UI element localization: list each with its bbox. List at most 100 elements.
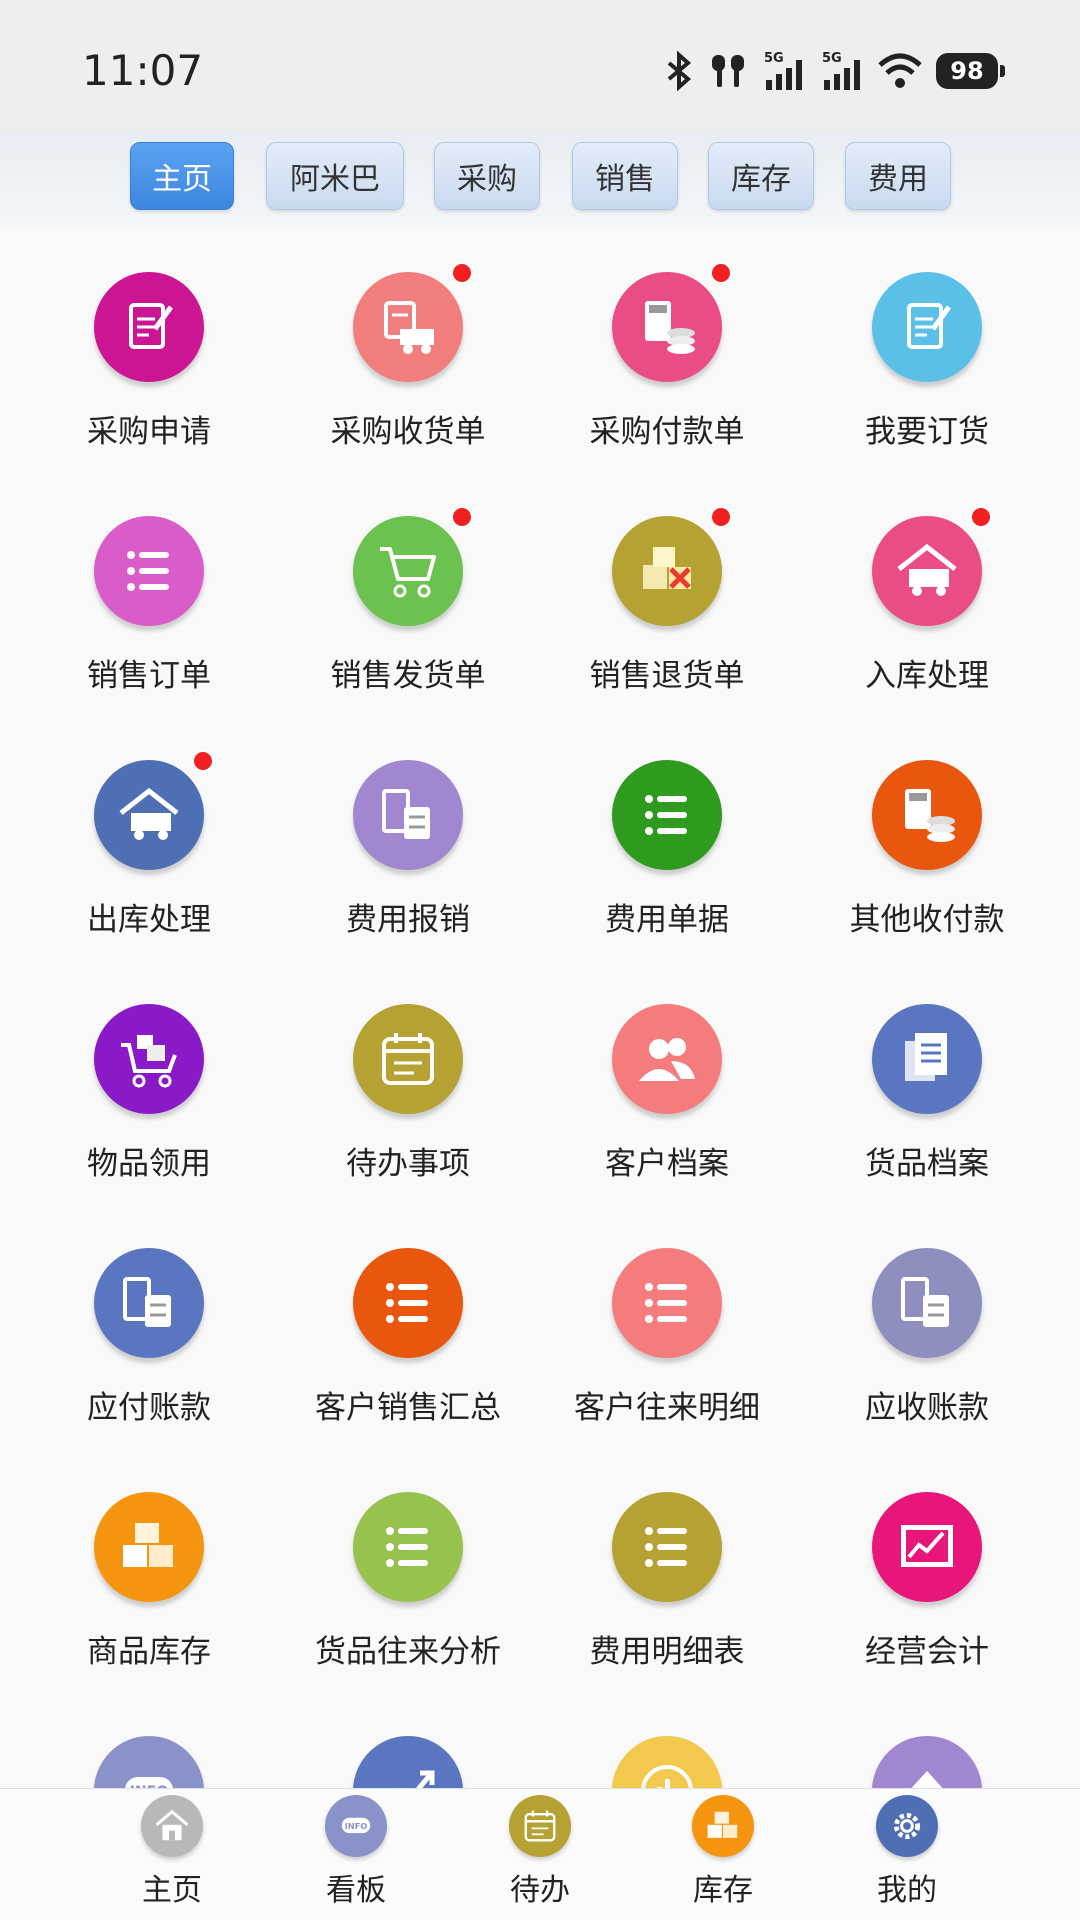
calculator-doc-icon [94,1248,204,1358]
function-item-calculator-doc[interactable]: 应收账款 [797,1204,1057,1448]
function-item-calendar[interactable]: 待办事项 [278,960,538,1204]
calendar-icon [509,1795,571,1857]
nav-item-boxes[interactable]: 库存 [653,1795,793,1915]
status-bar: 11:07 5G 5G 98 [0,0,1080,130]
function-item-list[interactable]: 费用明细表 [537,1448,797,1692]
function-item-label: 费用明细表 [589,1634,745,1670]
svg-text:INFO: INFO [345,1821,368,1831]
documents-icon [872,1004,982,1114]
function-item-calculator-doc[interactable]: 费用报销 [278,716,538,960]
function-item-label: 客户销售汇总 [315,1390,501,1426]
function-item-label: 应付账款 [87,1390,211,1426]
tab-purchase[interactable]: 采购 [434,142,540,210]
nav-item-label: 待办 [510,1873,570,1908]
function-item-warehouse-truck[interactable]: 出库处理 [19,716,279,960]
function-item-trend[interactable] [278,1692,538,1788]
bottom-nav: 主页 INFO 看板 待办 库存 我的 [0,1788,1080,1920]
function-item-label: 销售订单 [87,658,211,694]
nav-item-label: 我的 [877,1873,937,1908]
function-item-label: 商品库存 [87,1634,211,1670]
top-tab-bar: 主页 阿米巴 采购 销售 库存 费用 [0,130,1080,228]
nav-item-label: 库存 [693,1873,753,1908]
tab-home[interactable]: 主页 [130,142,234,210]
function-item-boxes[interactable]: 商品库存 [19,1448,279,1692]
function-item-label: 客户档案 [605,1146,729,1182]
function-item-label: 我要订货 [865,414,989,450]
function-item-edit-doc[interactable]: 我要订货 [797,228,1057,472]
edit-doc-icon [94,272,204,382]
tab-sales[interactable]: 销售 [572,142,678,210]
function-item-cart-boxes[interactable]: 物品领用 [19,960,279,1204]
nav-item-info[interactable]: INFO 看板 [286,1795,426,1915]
function-item-list[interactable]: 客户销售汇总 [278,1204,538,1448]
calculator-coins-icon [872,760,982,870]
boxes-icon [94,1492,204,1602]
list-icon [612,760,722,870]
calendar-icon [353,1004,463,1114]
function-item-arrow-up[interactable] [797,1692,1057,1788]
wifi-icon [878,53,922,88]
bar-chart-icon [612,1736,722,1788]
nav-item-label: 看板 [326,1873,386,1908]
tab-inventory[interactable]: 库存 [708,142,814,210]
home-icon [141,1795,203,1857]
function-item-label: 销售退货单 [589,658,745,694]
function-item-label: 费用报销 [346,902,470,938]
calculator-doc-icon [872,1248,982,1358]
notification-badge [710,506,732,528]
tab-amoeba[interactable]: 阿米巴 [266,142,404,210]
function-item-calculator-coins[interactable]: 其他收付款 [797,716,1057,960]
warehouse-truck-icon [94,750,214,870]
function-item-users[interactable]: 客户档案 [537,960,797,1204]
calculator-coins-icon [612,262,732,382]
function-item-label: 采购申请 [87,414,211,450]
function-item-label: 费用单据 [605,902,729,938]
arrow-up-icon [872,1736,982,1788]
gear-icon [876,1795,938,1857]
truck-doc-icon [353,262,473,382]
warehouse-truck-icon [872,506,992,626]
function-item-cart[interactable]: 销售发货单 [278,472,538,716]
function-item-list[interactable]: 货品往来分析 [278,1448,538,1692]
function-item-calculator-coins[interactable]: 采购付款单 [537,228,797,472]
status-icons: 5G 5G 98 [664,48,1005,94]
function-item-label: 待办事项 [346,1146,470,1182]
list-icon [353,1248,463,1358]
function-item-label: 入库处理 [865,658,989,694]
function-item-calculator-doc[interactable]: 应付账款 [19,1204,279,1448]
function-item-edit-doc[interactable]: 采购申请 [19,228,279,472]
function-item-boxes-x[interactable]: 销售退货单 [537,472,797,716]
function-item-label: 采购收货单 [330,414,486,450]
function-item-warehouse-truck[interactable]: 入库处理 [797,472,1057,716]
function-item-list[interactable]: 销售订单 [19,472,279,716]
earbuds-icon [712,55,744,87]
function-item-documents[interactable]: 货品档案 [797,960,1057,1204]
function-item-list[interactable]: 费用单据 [537,716,797,960]
notification-badge [970,506,992,528]
function-item-list[interactable]: 客户往来明细 [537,1204,797,1448]
info-icon: INFO [94,1736,204,1788]
function-item-label: 客户往来明细 [574,1390,760,1426]
function-item-bar-chart[interactable] [537,1692,797,1788]
function-item-label: 采购付款单 [589,414,745,450]
nav-item-gear[interactable]: 我的 [837,1795,977,1915]
notification-badge [451,506,473,528]
svg-text:5G: 5G [822,51,842,66]
bluetooth-icon [667,51,692,91]
nav-item-home[interactable]: 主页 [102,1795,242,1915]
list-icon [94,516,204,626]
function-item-chart-frame[interactable]: 经营会计 [797,1448,1057,1692]
function-item-label: 出库处理 [87,902,211,938]
function-item-info[interactable]: INFO [19,1692,279,1788]
cart-boxes-icon [94,1004,204,1114]
nav-item-calendar[interactable]: 待办 [470,1795,610,1915]
status-time: 11:07 [82,46,204,95]
svg-text:5G: 5G [764,51,784,66]
signal-5g-icon: 5G [764,51,802,90]
notification-badge [451,262,473,284]
function-item-label: 经营会计 [865,1634,989,1670]
tab-expense[interactable]: 费用 [845,142,951,210]
info-icon: INFO [325,1795,387,1857]
function-item-truck-doc[interactable]: 采购收货单 [278,228,538,472]
chart-frame-icon [872,1492,982,1602]
